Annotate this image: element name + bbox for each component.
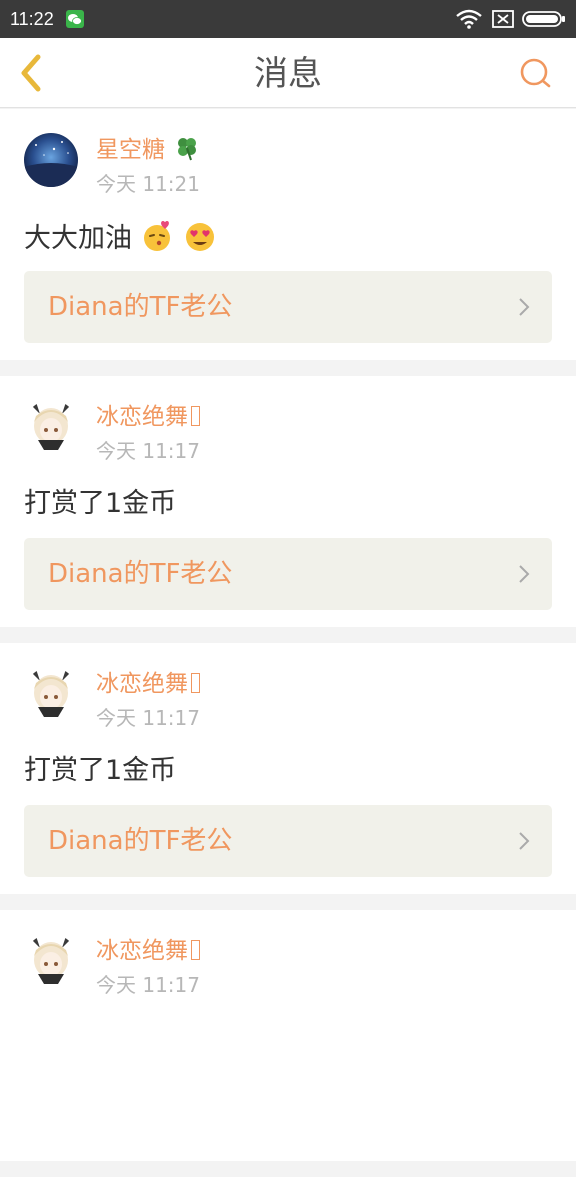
- missing-glyph-icon: [191, 673, 200, 693]
- chevron-right-icon: [519, 832, 530, 850]
- username-text: 冰恋绝舞: [96, 938, 188, 964]
- search-icon[interactable]: [518, 56, 554, 90]
- user-avatar[interactable]: [24, 133, 78, 187]
- wechat-icon: [66, 10, 84, 28]
- username[interactable]: 冰恋绝舞: [96, 936, 200, 966]
- anime-girl-avatar-icon: [24, 934, 78, 988]
- post-link-title: Diana的TF老公: [48, 559, 233, 589]
- message-card: 冰恋绝舞 今天 11:17: [0, 910, 576, 1161]
- message-text: 打赏了1金币: [24, 755, 177, 786]
- missing-glyph-icon: [191, 940, 200, 960]
- battery-icon: [522, 11, 565, 27]
- chevron-right-icon: [519, 565, 530, 583]
- page-title: 消息: [254, 54, 322, 94]
- chevron-right-icon: [519, 298, 530, 316]
- message-time: 今天 11:17: [96, 973, 200, 997]
- message-card: 冰恋绝舞 今天 11:17 打赏了1金币 Diana的TF老公: [0, 376, 576, 627]
- message-card: 星空糖 今天 11:21 大大加油 Diana的TF老公: [0, 109, 576, 360]
- status-bar: 11:22: [0, 0, 576, 38]
- post-link[interactable]: Diana的TF老公: [24, 538, 552, 610]
- post-link-title: Diana的TF老公: [48, 292, 233, 322]
- post-link-title: Diana的TF老公: [48, 826, 233, 856]
- message-text: 大大加油: [24, 219, 217, 257]
- username[interactable]: 星空糖: [96, 135, 200, 165]
- username[interactable]: 冰恋绝舞: [96, 402, 200, 432]
- sim-icon: [492, 10, 514, 28]
- kiss-emoji-icon: [143, 220, 170, 251]
- username-text: 冰恋绝舞: [96, 404, 188, 430]
- message-time: 今天 11:17: [96, 439, 200, 463]
- username-text: 星空糖: [96, 137, 165, 163]
- missing-glyph-icon: [191, 406, 200, 426]
- message-text: 打赏了1金币: [24, 488, 177, 519]
- message-text-content: 大大加油: [24, 223, 132, 254]
- clover-icon: [178, 138, 197, 161]
- message-card: 冰恋绝舞 今天 11:17 打赏了1金币 Diana的TF老公: [0, 643, 576, 894]
- wifi-icon: [456, 9, 482, 29]
- message-time: 今天 11:21: [96, 172, 200, 196]
- post-link[interactable]: Diana的TF老公: [24, 271, 552, 343]
- username[interactable]: 冰恋绝舞: [96, 669, 200, 699]
- starry-sky-avatar-icon: [24, 133, 78, 187]
- message-time: 今天 11:17: [96, 706, 200, 730]
- heart-eyes-emoji-icon: [186, 223, 215, 251]
- user-avatar[interactable]: [24, 400, 78, 454]
- message-list: 星空糖 今天 11:21 大大加油 Diana的TF老公 冰恋绝舞 今天 11:…: [0, 109, 576, 1177]
- anime-girl-avatar-icon: [24, 400, 78, 454]
- anime-girl-avatar-icon: [24, 667, 78, 721]
- status-time: 11:22: [10, 9, 54, 29]
- nav-bar: 消息: [0, 38, 576, 108]
- user-avatar[interactable]: [24, 934, 78, 988]
- username-text: 冰恋绝舞: [96, 671, 188, 697]
- user-avatar[interactable]: [24, 667, 78, 721]
- post-link[interactable]: Diana的TF老公: [24, 805, 552, 877]
